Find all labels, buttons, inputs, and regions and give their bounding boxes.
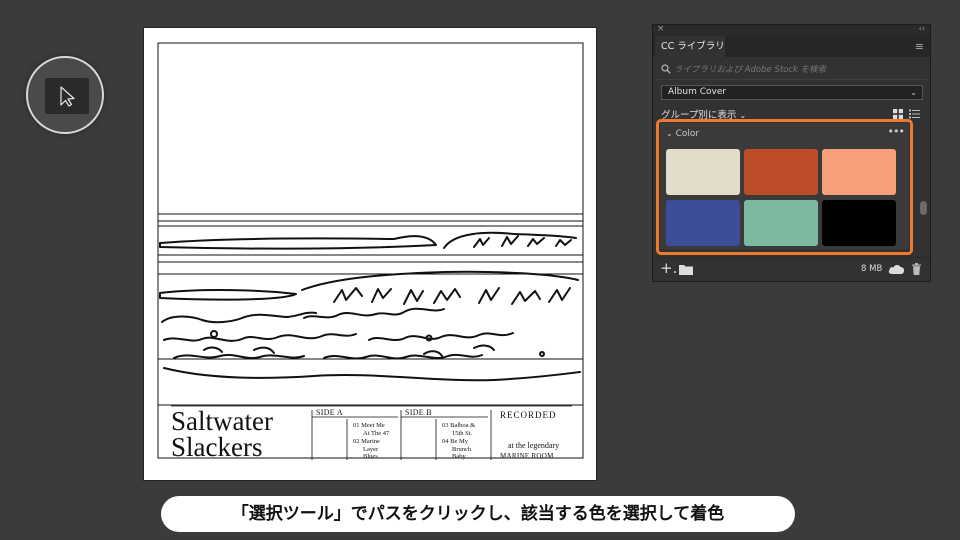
side-a-track-1: 01 Meet Me At The 47 [353,422,389,437]
track-title-line: Be My [450,438,468,445]
side-b-track-2: 04 Be My Brunch Baby [442,438,471,461]
chevron-down-icon: ⌄ [666,129,673,138]
trash-icon[interactable] [912,263,921,275]
panel-tab-row: CC ライブラリ [653,36,930,57]
panel-title-bar: × ‹‹ [653,24,930,36]
chevron-down-icon: ⌄ [739,111,747,120]
color-swatch-blue[interactable] [666,200,740,246]
recorded-at: at the legendary [508,441,560,450]
grid-view-icon[interactable] [893,109,903,119]
panel-footer: +. 8 MB [653,257,930,283]
panel-menu-icon[interactable]: ≡ [915,41,924,52]
list-view-icon[interactable] [909,109,920,119]
album-cover-artboard[interactable]: Saltwater Slackers SIDE A 01 Meet Me At … [143,27,597,481]
selection-tool-badge [26,56,104,134]
color-group-header[interactable]: ⌄ Color [666,129,699,139]
search-input[interactable] [674,61,919,78]
track-title-line: 15th St. [452,429,473,437]
cc-libraries-panel: × ‹‹ CC ライブラリ ≡ Album Cover ⌄ グループ別に表示 ⌄… [652,24,931,282]
track-number: 01 [353,422,360,429]
track-title-line: Layer [363,445,379,453]
album-title: Saltwater Slackers [171,406,311,462]
color-swatch-seafoam[interactable] [744,200,818,246]
panel-scrollbar[interactable] [920,201,927,215]
track-title-line: At The 47 [363,429,390,437]
track-title-line: Meet Me [361,422,385,429]
storage-usage: 8 MB [861,264,883,274]
album-title-line1: Saltwater [171,406,273,436]
track-number: 02 [353,438,360,445]
cloud-sync-icon[interactable] [888,263,905,275]
color-swatch-rust[interactable] [744,149,818,195]
chevron-down-icon: ⌄ [910,88,917,97]
search-icon [661,64,671,74]
track-title-line: Balboa & [450,422,476,429]
folder-icon[interactable] [679,264,693,275]
track-title-line: Blues [363,453,378,460]
group-by-toggle[interactable]: グループ別に表示 ⌄ [661,107,746,121]
recorded-venue: MARINE ROOM [500,452,554,460]
library-search [658,61,926,80]
library-dropdown[interactable]: Album Cover ⌄ [661,85,923,100]
close-icon[interactable]: × [657,24,665,34]
track-number: 03 [442,422,449,429]
color-swatch-black[interactable] [822,200,896,246]
color-group-title: Color [675,129,700,139]
library-dropdown-value: Album Cover [668,87,727,97]
selection-tool-icon-frame [45,78,89,114]
side-b-label: SIDE B [405,408,432,417]
color-swatch-peach[interactable] [822,149,896,195]
cover-inner-frame [157,42,584,459]
track-title-line: Brunch [452,445,472,453]
collapse-icon[interactable]: ‹‹ [919,24,925,33]
side-a-track-2: 02 Marine Layer Blues [353,438,380,461]
group-by-label: グループ別に表示 [661,110,737,121]
side-b-track-1: 03 Balboa & 15th St. [442,422,475,437]
track-title-line: Baby [452,453,466,460]
color-group: ⌄ Color ••• [660,123,909,249]
tab-cc-libraries[interactable]: CC ライブラリ [655,36,725,57]
selection-tool-icon [60,86,75,107]
side-a-label: SIDE A [316,408,343,417]
recorded-label: RECORDED [500,410,557,420]
more-options-icon[interactable]: ••• [888,125,905,138]
instruction-caption: 「選択ツール」でパスをクリックし、該当する色を選択して着色 [161,496,795,532]
track-title-line: Marine [361,438,380,445]
add-element-button[interactable]: +. [660,261,677,276]
album-title-line2: Slackers [171,432,263,462]
track-number: 04 [442,438,449,445]
color-swatch-cream[interactable] [666,149,740,195]
